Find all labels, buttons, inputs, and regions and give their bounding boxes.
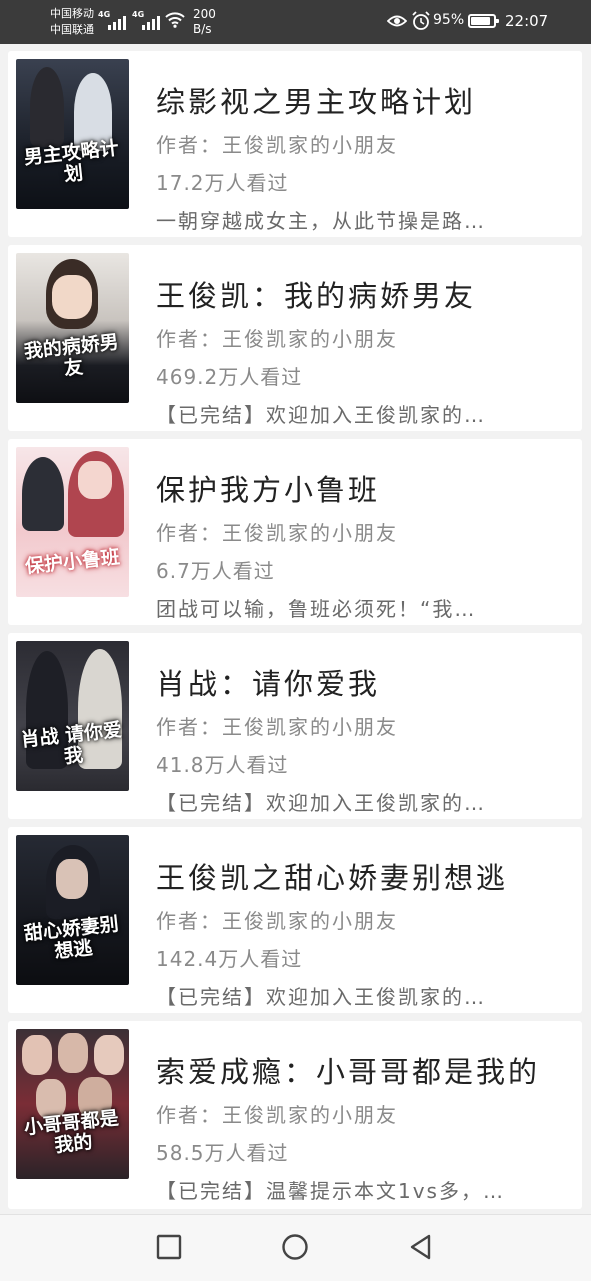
book-description: 【已完结】欢迎加入王俊凯家的… xyxy=(156,403,486,427)
book-cover[interactable]: 我的病娇男友 xyxy=(16,253,129,403)
status-bar: 中国移动 中国联通 4G 4G 200 B/s 95% 22:07 xyxy=(0,0,591,44)
book-author: 作者：王俊凯家的小朋友 xyxy=(156,133,398,157)
book-views: 58.5万人看过 xyxy=(156,1141,289,1165)
carrier-2: 中国联通 xyxy=(50,23,94,36)
book-views: 41.8万人看过 xyxy=(156,753,289,777)
book-card[interactable]: 小哥哥都是我的 索爱成瘾：小哥哥都是我的 作者：王俊凯家的小朋友 58.5万人看… xyxy=(8,1021,582,1209)
battery-fill xyxy=(471,17,490,25)
book-author: 作者：王俊凯家的小朋友 xyxy=(156,521,398,545)
book-description: 团战可以输，鲁班必须死！“我… xyxy=(156,597,477,621)
book-card[interactable]: 保护小鲁班 保护我方小鲁班 作者：王俊凯家的小朋友 6.7万人看过 团战可以输，… xyxy=(8,439,582,625)
book-title[interactable]: 肖战：请你爱我 xyxy=(156,661,576,703)
book-title[interactable]: 综影视之男主攻略计划 xyxy=(156,79,576,121)
book-title[interactable]: 王俊凯之甜心娇妻别想逃 xyxy=(156,855,576,897)
book-author: 作者：王俊凯家的小朋友 xyxy=(156,327,398,351)
alarm-icon xyxy=(412,11,430,30)
book-views: 142.4万人看过 xyxy=(156,947,303,971)
book-title[interactable]: 索爱成瘾：小哥哥都是我的 xyxy=(156,1049,576,1091)
book-cover[interactable]: 甜心娇妻别想逃 xyxy=(16,835,129,985)
book-views: 469.2万人看过 xyxy=(156,365,303,389)
clock: 22:07 xyxy=(505,12,549,30)
book-author: 作者：王俊凯家的小朋友 xyxy=(156,715,398,739)
cover-title: 甜心娇妻别想逃 xyxy=(22,913,120,963)
cover-title: 我的病娇男友 xyxy=(22,331,120,380)
network-speed: 200 B/s xyxy=(193,7,216,37)
book-author: 作者：王俊凯家的小朋友 xyxy=(156,909,398,933)
book-description: 【已完结】欢迎加入王俊凯家的… xyxy=(156,791,486,815)
cover-title: 保护小鲁班 xyxy=(24,546,121,578)
book-author: 作者：王俊凯家的小朋友 xyxy=(156,1103,398,1127)
book-description: 一朝穿越成女主，从此节操是路… xyxy=(156,209,486,233)
back-icon[interactable] xyxy=(407,1233,435,1261)
book-description: 【已完结】温馨提示本文1vs多，… xyxy=(156,1179,505,1203)
book-description: 【已完结】欢迎加入王俊凯家的… xyxy=(156,985,486,1009)
speed-value: 200 xyxy=(193,7,216,21)
carrier-1: 中国移动 xyxy=(50,7,94,20)
book-card[interactable]: 我的病娇男友 王俊凯：我的病娇男友 作者：王俊凯家的小朋友 469.2万人看过 … xyxy=(8,245,582,431)
book-cover[interactable]: 小哥哥都是我的 xyxy=(16,1029,129,1179)
book-views: 6.7万人看过 xyxy=(156,559,275,583)
book-title[interactable]: 王俊凯：我的病娇男友 xyxy=(156,273,576,315)
book-card[interactable]: 男主攻略计划 综影视之男主攻略计划 作者：王俊凯家的小朋友 17.2万人看过 一… xyxy=(8,51,582,237)
book-cover[interactable]: 保护小鲁班 xyxy=(16,447,129,597)
cover-title: 男主攻略计划 xyxy=(22,137,120,186)
book-views: 17.2万人看过 xyxy=(156,171,289,195)
book-card[interactable]: 甜心娇妻别想逃 王俊凯之甜心娇妻别想逃 作者：王俊凯家的小朋友 142.4万人看… xyxy=(8,827,582,1013)
navigation-bar xyxy=(0,1214,591,1281)
wifi-icon xyxy=(165,12,185,28)
battery-percentage: 95% xyxy=(433,12,465,28)
recent-apps-icon[interactable] xyxy=(155,1233,183,1261)
home-icon[interactable] xyxy=(281,1233,309,1261)
carrier-names: 中国移动 中国联通 xyxy=(50,6,94,38)
speed-unit: B/s xyxy=(193,22,212,36)
book-cover[interactable]: 男主攻略计划 xyxy=(16,59,129,209)
book-cover[interactable]: 肖战 请你爱我 xyxy=(16,641,129,791)
book-title[interactable]: 保护我方小鲁班 xyxy=(156,467,576,509)
cover-title: 小哥哥都是我的 xyxy=(22,1107,120,1157)
battery-icon xyxy=(468,14,499,28)
eye-icon xyxy=(387,15,407,27)
book-card[interactable]: 肖战 请你爱我 肖战：请你爱我 作者：王俊凯家的小朋友 41.8万人看过 【已完… xyxy=(8,633,582,819)
